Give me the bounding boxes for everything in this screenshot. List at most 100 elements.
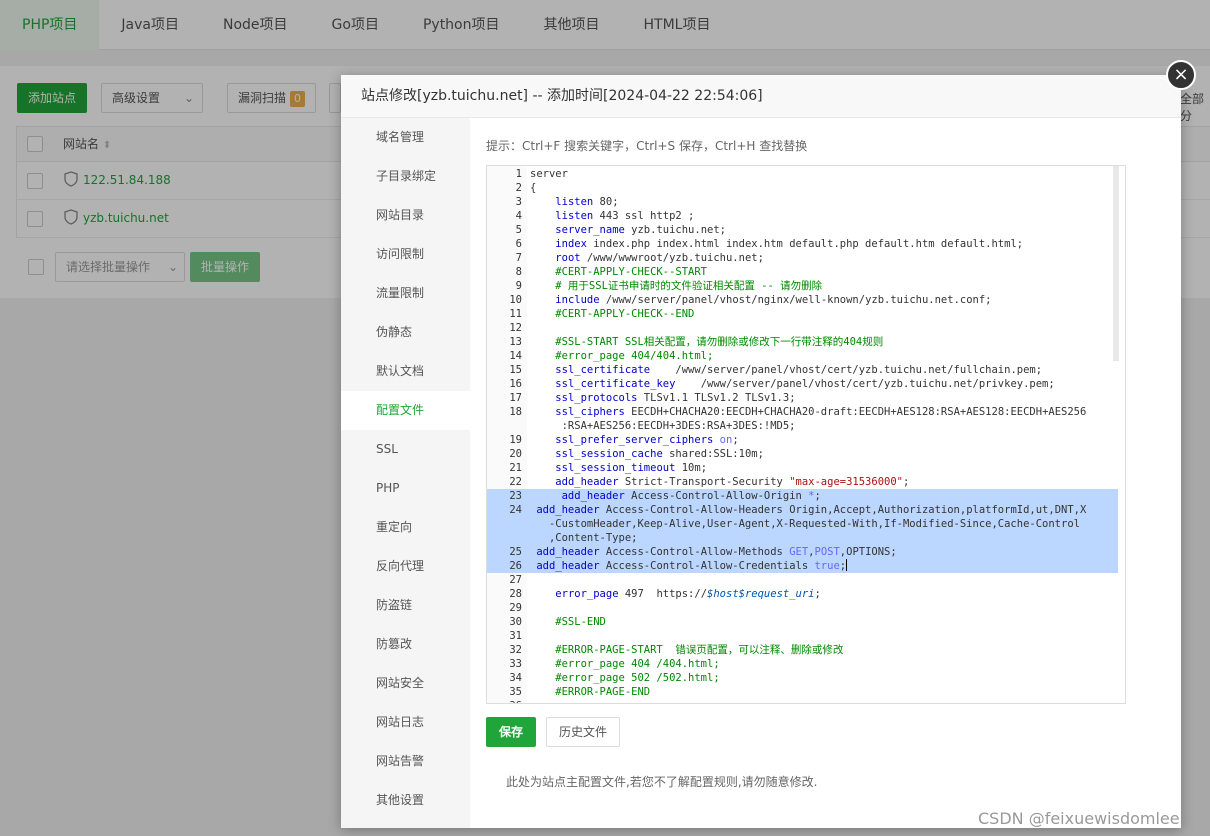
modal-title: 站点修改[yzb.tuichu.net] -- 添加时间[2024-04-22 … <box>341 75 1181 118</box>
line-text: index index.php index.html index.htm def… <box>555 238 1024 250</box>
code-line[interactable]: 18 ssl_ciphers EECDH+CHACHA20:EECDH+CHAC… <box>487 405 1118 433</box>
line-number: 3 <box>515 196 522 208</box>
line-text: #error_page 404/404.html; <box>530 350 714 362</box>
menu-default-doc[interactable]: 默认文档 <box>341 352 470 391</box>
code-line[interactable]: 7 root /www/wwwroot/yzb.tuichu.net; <box>487 251 1118 265</box>
code-line[interactable]: 25 add_header Access-Control-Allow-Metho… <box>487 545 1118 559</box>
code-line[interactable]: 15 ssl_certificate /www/server/panel/vho… <box>487 363 1118 377</box>
code-line[interactable]: 28 error_page 497 https://$host$request_… <box>487 587 1118 601</box>
line-number: 26 <box>509 560 522 572</box>
menu-ssl[interactable]: SSL <box>341 430 470 469</box>
menu-site-security[interactable]: 网站安全 <box>341 664 470 703</box>
line-number: 19 <box>509 434 522 446</box>
line-text: ssl_protocols TLSv1.1 TLSv1.2 TLSv1.3; <box>555 392 796 404</box>
history-file-button[interactable]: 历史文件 <box>546 717 620 747</box>
line-number: 15 <box>509 364 522 376</box>
line-number: 32 <box>509 644 522 656</box>
code-line[interactable]: 34 #error_page 502 /502.html; <box>487 671 1118 685</box>
line-number: 33 <box>509 658 522 670</box>
code-line[interactable]: 3 listen 80; <box>487 195 1118 209</box>
code-line[interactable]: 36 <box>487 699 1118 703</box>
code-line[interactable]: 16 ssl_certificate_key /www/server/panel… <box>487 377 1118 391</box>
code-line[interactable]: 27 <box>487 573 1118 587</box>
line-text: listen 443 ssl http2 ; <box>555 210 695 222</box>
code-editor[interactable]: 1 server 2{3 listen 80; 4 listen 443 ssl ht… <box>486 165 1126 704</box>
line-number: 28 <box>509 588 522 600</box>
code-line[interactable]: 14 #error_page 404/404.html; <box>487 349 1118 363</box>
menu-domain[interactable]: 域名管理 <box>341 118 470 157</box>
code-line[interactable]: 23 add_header Access-Control-Allow-Origi… <box>487 489 1118 503</box>
menu-rewrite[interactable]: 伪静态 <box>341 313 470 352</box>
menu-traffic-limit[interactable]: 流量限制 <box>341 274 470 313</box>
watermark: CSDN @feixuewisdomlee <box>978 809 1180 828</box>
line-number: 31 <box>509 630 522 642</box>
close-icon[interactable]: × <box>1166 60 1196 90</box>
code-line[interactable]: 13 #SSL-START SSL相关配置，请勿删除或修改下一行带注释的404规… <box>487 335 1118 349</box>
code-line[interactable]: 11 #CERT-APPLY-CHECK--END <box>487 307 1118 321</box>
code-line[interactable]: 2{ <box>487 181 1118 195</box>
code-line[interactable]: 22 add_header Strict-Transport-Security … <box>487 475 1118 489</box>
menu-site-dir[interactable]: 网站目录 <box>341 196 470 235</box>
menu-other-settings[interactable]: 其他设置 <box>341 781 470 820</box>
code-line[interactable]: 9 # 用于SSL证书申请时的文件验证相关配置 -- 请勿删除 <box>487 279 1118 293</box>
line-number: 23 <box>509 490 522 502</box>
code-line[interactable]: 33 #error_page 404 /404.html; <box>487 657 1118 671</box>
menu-tamper-proof[interactable]: 防篡改 <box>341 625 470 664</box>
menu-access-limit[interactable]: 访问限制 <box>341 235 470 274</box>
code-line[interactable]: 10 include /www/server/panel/vhost/nginx… <box>487 293 1118 307</box>
shortcut-hint: 提示：Ctrl+F 搜索关键字，Ctrl+S 保存，Ctrl+H 查找替换 <box>486 139 808 153</box>
menu-php[interactable]: PHP <box>341 469 470 508</box>
config-warning-note: 此处为站点主配置文件,若您不了解配置规则,请勿随意修改. <box>506 775 818 789</box>
line-text: add_header Access-Control-Allow-Headers … <box>536 504 1087 516</box>
code-line[interactable]: 17 ssl_protocols TLSv1.1 TLSv1.2 TLSv1.3… <box>487 391 1118 405</box>
line-number: 29 <box>509 602 522 614</box>
line-text: #SSL-END <box>530 616 606 628</box>
save-button[interactable]: 保存 <box>486 717 536 747</box>
line-text: { <box>530 182 537 194</box>
code-line[interactable]: 29 <box>487 601 1118 615</box>
line-number: 18 <box>509 406 522 418</box>
code-line[interactable]: 26 add_header Access-Control-Allow-Crede… <box>487 559 1118 573</box>
code-line[interactable]: 4 listen 443 ssl http2 ; <box>487 209 1118 223</box>
menu-subdir[interactable]: 子目录绑定 <box>341 157 470 196</box>
line-text: #error_page 404 /404.html; <box>530 658 720 670</box>
config-file-panel: 提示：Ctrl+F 搜索关键字，Ctrl+S 保存，Ctrl+H 查找替换 1s… <box>470 118 1181 828</box>
line-number: 13 <box>509 336 522 348</box>
line-text: add_header Access-Control-Allow-Credenti… <box>536 559 848 572</box>
editor-scrollbar[interactable] <box>1113 166 1119 361</box>
code-line[interactable]: 1 server <box>487 167 1118 181</box>
line-text: ssl_ciphers EECDH+CHACHA20:EECDH+CHACHA2… <box>555 406 1087 418</box>
code-line[interactable]: 30 #SSL-END <box>487 615 1118 629</box>
code-line[interactable]: 8 #CERT-APPLY-CHECK--START <box>487 265 1118 279</box>
line-text: #error_page 502 /502.html; <box>530 672 720 684</box>
code-line[interactable]: 32 #ERROR-PAGE-START 错误页配置，可以注释、删除或修改 <box>487 643 1118 657</box>
code-line[interactable]: 5 server_name yzb.tuichu.net; <box>487 223 1118 237</box>
code-line[interactable]: 21 ssl_session_timeout 10m; <box>487 461 1118 475</box>
code-line[interactable]: 19 ssl_prefer_server_ciphers on; <box>487 433 1118 447</box>
line-number: 8 <box>515 266 522 278</box>
site-edit-modal: 站点修改[yzb.tuichu.net] -- 添加时间[2024-04-22 … <box>341 75 1181 828</box>
menu-site-alert[interactable]: 网站告警 <box>341 742 470 781</box>
line-text: add_header Access-Control-Allow-Origin *… <box>561 490 821 502</box>
line-number: 11 <box>509 308 522 320</box>
code-line[interactable]: 31 <box>487 629 1118 643</box>
menu-redirect[interactable]: 重定向 <box>341 508 470 547</box>
code-line[interactable]: 12 <box>487 321 1118 335</box>
code-line[interactable]: 6 index index.php index.html index.htm d… <box>487 237 1118 251</box>
line-wrap: ,Content-Type; <box>530 532 638 544</box>
menu-site-log[interactable]: 网站日志 <box>341 703 470 742</box>
line-wrap: :RSA+AES256:EECDH+3DES:RSA+3DES:!MD5; <box>530 420 796 432</box>
code-line[interactable]: 20 ssl_session_cache shared:SSL:10m; <box>487 447 1118 461</box>
line-number: 25 <box>509 546 522 558</box>
line-number: 1 <box>515 168 522 180</box>
line-number: 35 <box>509 686 522 698</box>
line-number: 4 <box>515 210 522 222</box>
line-text: ssl_certificate /www/server/panel/vhost/… <box>555 364 1043 376</box>
code-line[interactable]: 35 #ERROR-PAGE-END <box>487 685 1118 699</box>
code-line[interactable]: 24 add_header Access-Control-Allow-Heade… <box>487 503 1118 545</box>
line-number: 21 <box>509 462 522 474</box>
menu-hotlink[interactable]: 防盗链 <box>341 586 470 625</box>
line-text: add_header Access-Control-Allow-Methods … <box>536 546 897 558</box>
menu-reverse-proxy[interactable]: 反向代理 <box>341 547 470 586</box>
menu-config-file[interactable]: 配置文件 <box>341 391 470 430</box>
